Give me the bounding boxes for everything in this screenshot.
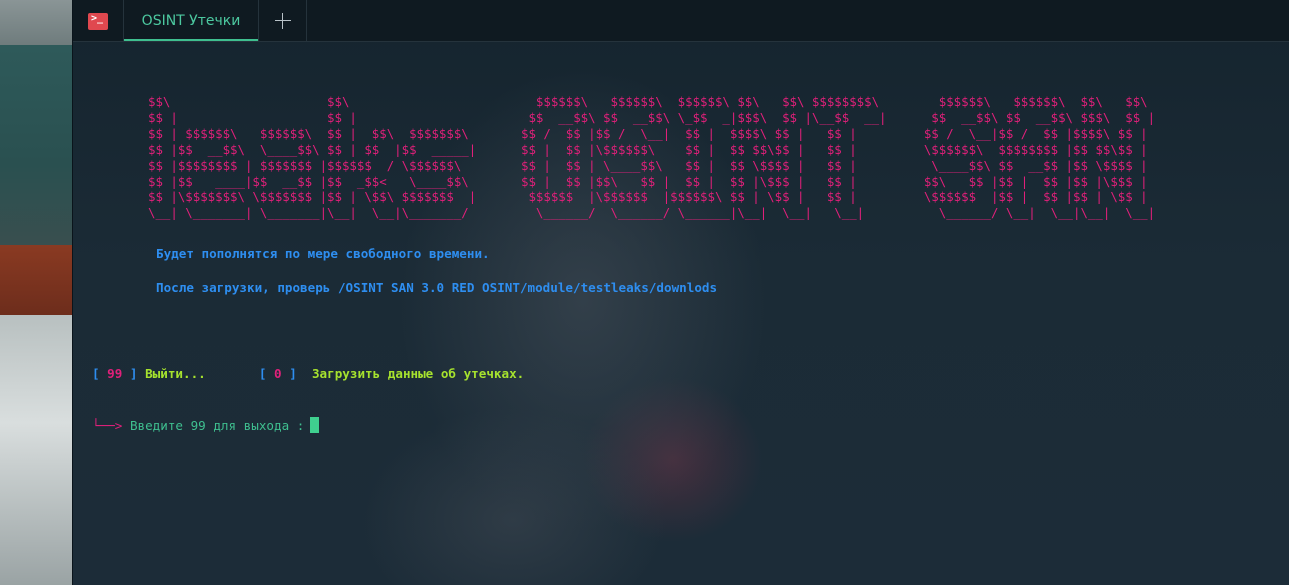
- menu-label: Загрузить данные об утечках.: [311, 366, 525, 381]
- ascii-banner: $$\ $$\ $$$$$$\ $$$$$$\ $$$$$$\ $$\ $$\ …: [148, 94, 1155, 221]
- banner-line: $$ | $$ | $$ __$$\ $$ __$$\ \_$$ _|$$$\ …: [148, 109, 1156, 125]
- wallpaper-region: [0, 315, 80, 585]
- banner-line: \__| \_______| \_______|\__| \__|\______…: [148, 205, 1156, 221]
- banner-line: $$ |$$ ____|$$ __$$ |$$ _$$< \____$$\ $$…: [148, 173, 1148, 189]
- input-prompt[interactable]: └──> Введите 99 для выхода :: [92, 417, 320, 433]
- prompt-arrow: └──>: [92, 418, 123, 433]
- terminal-output[interactable]: $$\ $$\ $$$$$$\ $$$$$$\ $$$$$$\ $$\ $$\ …: [73, 42, 1289, 585]
- menu-option-download[interactable]: [ 0 ] Загрузить данные об утечках.: [259, 366, 524, 381]
- banner-line: $$\ $$\ $$$$$$\ $$$$$$\ $$$$$$\ $$\ $$\ …: [148, 94, 1148, 109]
- wallpaper-region: [0, 245, 80, 315]
- text-cursor[interactable]: [310, 417, 320, 433]
- banner-line: $$ |$$ __$$\ \____$$\ $$ | $$ |$$ _____|…: [148, 141, 1148, 157]
- info-text: Будет пополнятся по мере свободного врем…: [156, 246, 490, 261]
- banner-line: $$ | $$$$$$\ $$$$$$\ $$ | $$\ $$$$$$$\ $…: [148, 125, 1148, 141]
- wallpaper-region: [0, 45, 80, 245]
- menu-options: [ 99 ] Выйти... [ 0 ] Загрузить данные о…: [92, 366, 524, 381]
- menu-option-exit[interactable]: [ 99 ] Выйти...: [92, 366, 206, 381]
- tab-bar: >_ OSINT Утечки: [73, 0, 1289, 42]
- terminal-window[interactable]: >_ OSINT Утечки $$\ $$\ $$$$$$\ $$$$$$\ …: [72, 0, 1289, 585]
- active-tab-indicator: [124, 39, 258, 41]
- tab-title: OSINT Утечки: [141, 13, 241, 29]
- download-path-text: После загрузки, проверь /OSINT SAN 3.0 R…: [156, 280, 718, 295]
- menu-number: 0: [274, 366, 282, 381]
- banner-line: $$ |\$$$$$$$\ \$$$$$$$ |$$ | \$$\ $$$$$$…: [148, 189, 1148, 205]
- terminal-icon[interactable]: >_: [88, 13, 108, 30]
- menu-number: 99: [107, 366, 123, 381]
- banner-line: $$ |$$$$$$$$ | $$$$$$$ |$$$$$$ / \$$$$$$…: [148, 157, 1148, 173]
- prompt-text: Введите 99 для выхода :: [129, 418, 305, 433]
- menu-label: Выйти...: [145, 366, 206, 381]
- plus-icon[interactable]: [259, 0, 307, 41]
- wallpaper-region: [0, 0, 80, 45]
- tab-osint-leaks[interactable]: OSINT Утечки: [123, 0, 259, 41]
